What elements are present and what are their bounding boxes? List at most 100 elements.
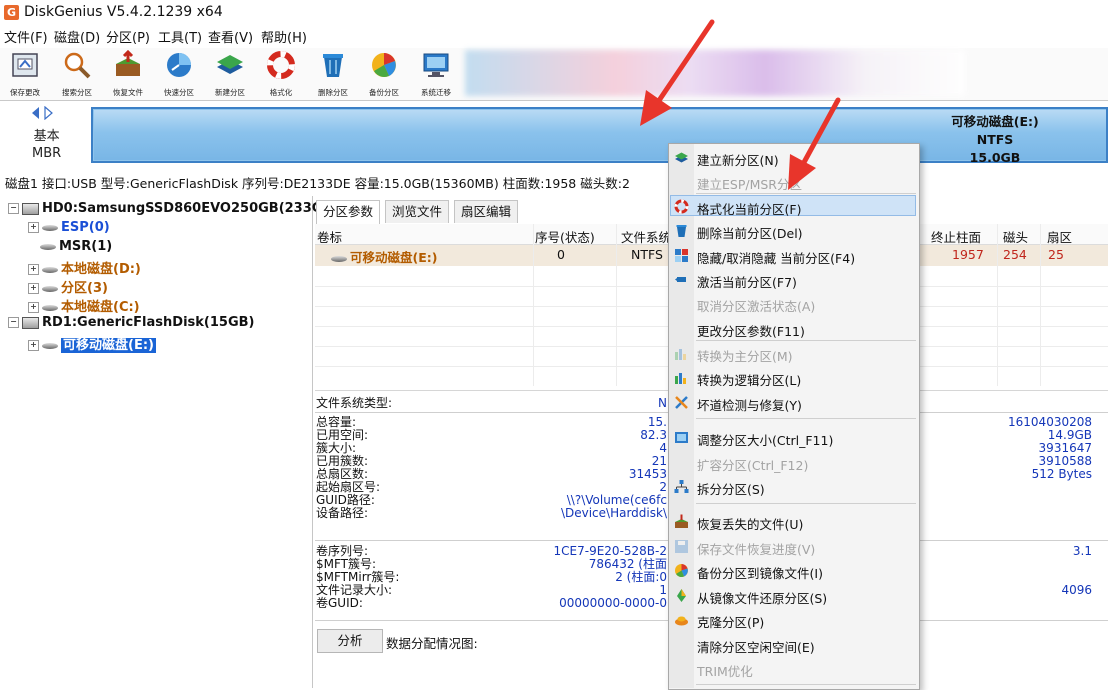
- disk-info-line: 磁盘1 接口:USB 型号:GenericFlashDisk 序列号:DE213…: [0, 170, 1108, 191]
- backup-partition-icon: [372, 53, 396, 77]
- convert-primary-icon: [675, 349, 686, 360]
- partition-icon: [42, 266, 58, 273]
- ctx-change-params[interactable]: 更改分区参数(F11): [697, 321, 805, 340]
- search-partition-button[interactable]: 搜索分区: [55, 50, 99, 98]
- delete-partition-button[interactable]: 删除分区: [311, 50, 355, 98]
- system-migrate-button[interactable]: 系统迁移: [414, 50, 458, 98]
- tab-sector-editor[interactable]: 扇区编辑: [454, 200, 519, 223]
- row-filesystem: NTFS: [631, 247, 663, 262]
- ctx-split-partition[interactable]: 拆分分区(S): [697, 479, 765, 498]
- activate-partition-icon: [675, 277, 686, 282]
- ctx-trim-optimize[interactable]: TRIM优化: [697, 661, 753, 680]
- grid-vline: [997, 224, 998, 386]
- tree-node-partition-3[interactable]: + 分区(3): [28, 277, 108, 296]
- window-title: DiskGenius V5.4.2.1239 x64: [24, 4, 223, 20]
- quick-partition-button[interactable]: 快速分区: [157, 50, 201, 98]
- quick-partition-icon: [167, 53, 191, 77]
- menu-view[interactable]: 查看(V): [208, 27, 253, 46]
- ctx-expand-partition[interactable]: 扩容分区(Ctrl_F12): [697, 455, 808, 474]
- col-end-cylinder[interactable]: 终止柱面: [931, 227, 981, 246]
- tab-partition-params[interactable]: 分区参数: [316, 200, 381, 224]
- recover-files-icon: [116, 49, 140, 76]
- chevron-left-right-icon[interactable]: [30, 105, 56, 121]
- collapse-icon[interactable]: −: [8, 203, 19, 214]
- ctx-format-partition[interactable]: 格式化当前分区(F): [697, 199, 801, 218]
- detail-value: 00000000-0000-0: [559, 596, 667, 610]
- detail-label: 卷GUID:: [316, 596, 363, 610]
- recover-files-icon: [675, 514, 688, 528]
- detail-value: 2 (柱面:0: [615, 570, 667, 584]
- tree-node-local-d[interactable]: + 本地磁盘(D:): [28, 258, 141, 277]
- menu-help[interactable]: 帮助(H): [261, 27, 307, 46]
- col-head[interactable]: 磁头: [1003, 227, 1028, 246]
- convert-logical-icon: [675, 373, 686, 384]
- tree-node-rd1[interactable]: − RD1:GenericFlashDisk(15GB): [8, 315, 254, 330]
- tree-node-esp[interactable]: + ESP(0): [28, 220, 110, 235]
- ctx-restore-from-image[interactable]: 从镜像文件还原分区(S): [697, 588, 827, 607]
- ctx-clone-partition[interactable]: 克隆分区(P): [697, 612, 764, 631]
- recover-files-button[interactable]: 恢复文件: [106, 49, 150, 98]
- tree-node-msr[interactable]: MSR(1): [40, 239, 112, 254]
- col-volume-label[interactable]: 卷标: [317, 227, 342, 246]
- menu-file[interactable]: 文件(F): [4, 27, 48, 46]
- partition-bar-name: 可移动磁盘(E:): [951, 114, 1039, 129]
- ctx-bad-sector-repair[interactable]: 坏道检测与修复(Y): [697, 395, 802, 414]
- ctx-backup-to-image[interactable]: 备份分区到镜像文件(I): [697, 563, 823, 582]
- tree-node-local-c[interactable]: + 本地磁盘(C:): [28, 296, 140, 315]
- partition-bar-label: 可移动磁盘(E:) NTFS 15.0GB: [930, 113, 1060, 167]
- tree-node-removable-e[interactable]: + 可移动磁盘(E:): [28, 334, 156, 353]
- grid-vline: [1040, 224, 1041, 386]
- detail-right-value: 512 Bytes: [1031, 467, 1092, 481]
- ctx-convert-primary[interactable]: 转换为主分区(M): [697, 346, 793, 365]
- ctx-hide-partition[interactable]: 隐藏/取消隐藏 当前分区(F4): [697, 248, 855, 267]
- detail-right-value: 4096: [1061, 583, 1092, 597]
- new-partition-icon: [217, 55, 243, 74]
- tab-browse-files[interactable]: 浏览文件: [385, 200, 450, 223]
- ctx-activate-partition[interactable]: 激活当前分区(F7): [697, 272, 797, 291]
- delete-partition-icon: [676, 225, 687, 237]
- menu-disk[interactable]: 磁盘(D): [54, 27, 100, 46]
- partition-icon: [331, 255, 347, 262]
- bad-sector-repair-icon: [675, 396, 688, 409]
- backup-partition-icon: [675, 564, 688, 578]
- collapse-icon[interactable]: −: [8, 317, 19, 328]
- ctx-new-partition[interactable]: 建立新分区(N): [697, 150, 779, 169]
- backup-partition-button[interactable]: 备份分区: [362, 50, 406, 98]
- partition-bar-size: 15.0GB: [969, 150, 1021, 165]
- ctx-clear-free-space[interactable]: 清除分区空闲空间(E): [697, 637, 815, 656]
- format-button[interactable]: 格式化: [259, 50, 303, 98]
- save-changes-button[interactable]: 保存更改: [3, 50, 47, 98]
- detail-value: 4: [659, 441, 667, 455]
- menu-separator: [696, 684, 916, 685]
- disk-nav-arrows[interactable]: [30, 105, 56, 124]
- analyze-button[interactable]: 分析: [317, 629, 383, 653]
- expand-icon[interactable]: +: [28, 283, 39, 294]
- col-filesystem[interactable]: 文件系统: [621, 227, 671, 246]
- title-bar: G DiskGenius V5.4.2.1239 x64: [0, 0, 1108, 26]
- tree-node-hd0[interactable]: − HD0:SamsungSSD860EVO250GB(233GI: [8, 201, 327, 216]
- ctx-save-recovery-progress[interactable]: 保存文件恢复进度(V): [697, 539, 815, 558]
- ctx-convert-logical[interactable]: 转换为逻辑分区(L): [697, 370, 801, 389]
- ctx-deactivate-partition[interactable]: 取消分区激活状态(A): [697, 296, 815, 315]
- expand-icon[interactable]: +: [28, 302, 39, 313]
- partition-icon: [42, 285, 58, 292]
- new-partition-icon: [675, 152, 688, 163]
- save-progress-icon: [675, 540, 688, 553]
- ctx-recover-files[interactable]: 恢复丢失的文件(U): [697, 514, 803, 533]
- menu-partition[interactable]: 分区(P): [106, 27, 150, 46]
- col-sector[interactable]: 扇区: [1047, 227, 1072, 246]
- annotation-arrow-menu: [788, 97, 841, 190]
- ctx-resize-partition[interactable]: 调整分区大小(Ctrl_F11): [697, 430, 833, 449]
- new-partition-button[interactable]: 新建分区: [208, 50, 252, 98]
- expand-icon[interactable]: +: [28, 264, 39, 275]
- ctx-delete-partition[interactable]: 删除当前分区(Del): [697, 223, 803, 242]
- expand-icon[interactable]: +: [28, 222, 39, 233]
- expand-icon[interactable]: +: [28, 340, 39, 351]
- disk-type-basic: 基本: [33, 129, 60, 144]
- annotation-arrow-top: [640, 19, 715, 126]
- row-sector: 25: [1048, 247, 1064, 262]
- detail-right-value: 3.1: [1072, 544, 1092, 558]
- col-index-status[interactable]: 序号(状态): [535, 227, 595, 246]
- menu-tools[interactable]: 工具(T): [158, 27, 202, 46]
- menu-separator: [696, 503, 916, 504]
